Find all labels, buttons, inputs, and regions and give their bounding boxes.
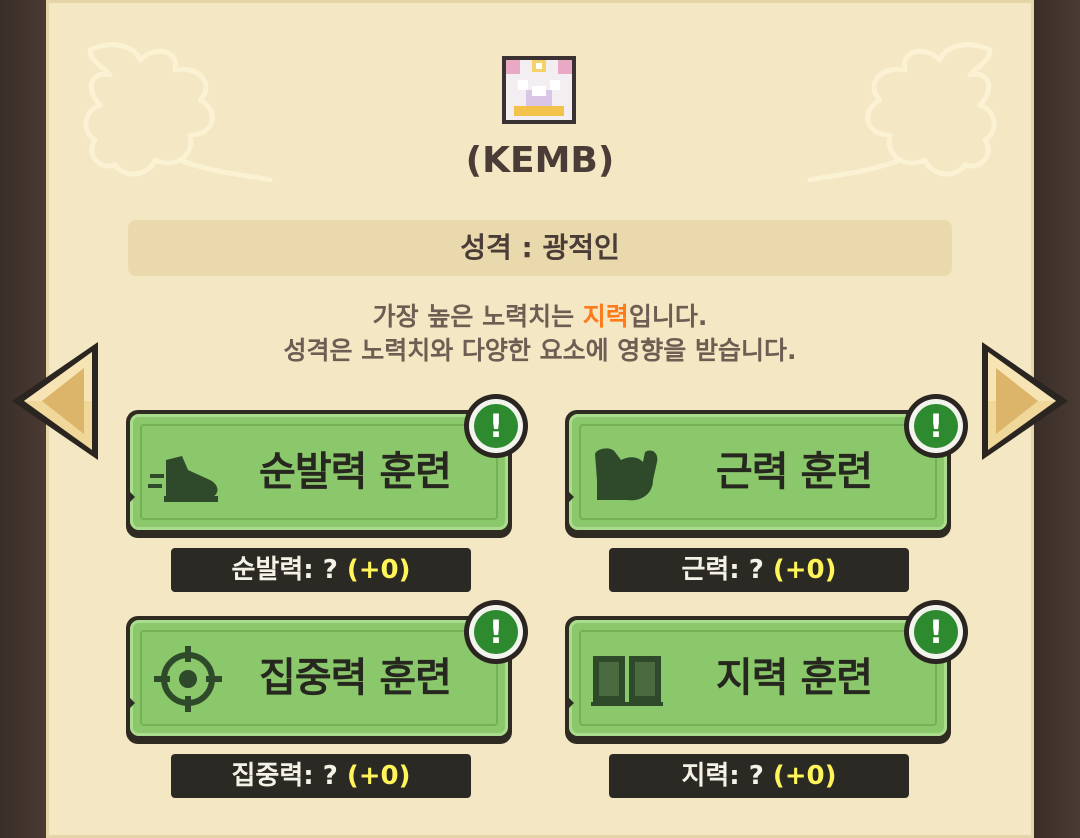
description-line-1: 가장 높은 노력치는 지력입니다.: [0, 300, 1080, 334]
alert-badge-ring: !: [909, 399, 963, 453]
stat-label: 근력: ?: [681, 555, 773, 585]
training-label: 근력 훈련: [715, 449, 873, 495]
stat-label: 순발력: ?: [231, 555, 347, 585]
pet-sprite-icon: [502, 56, 576, 124]
alert-badge: !: [904, 600, 968, 664]
stat-label: 지력: ?: [681, 761, 773, 791]
shoe-icon: [148, 456, 218, 502]
crosshair-icon: [154, 646, 222, 712]
training-label: 순발력 훈련: [259, 449, 452, 495]
personality-bar: 성격 : 광적인: [128, 220, 952, 276]
pet-name: (KEMB): [465, 140, 615, 181]
book-icon: [591, 656, 663, 706]
intelligence-stat-bar: 지력: ? (+0): [609, 754, 909, 798]
effort-description: 가장 높은 노력치는 지력입니다. 성격은 노력치와 다양한 요소에 영향을 받…: [0, 300, 1080, 368]
training-label: 집중력 훈련: [259, 655, 452, 701]
strength-stat-bar: 근력: ? (+0): [609, 548, 909, 592]
alert-badge-ring: !: [469, 399, 523, 453]
highest-stat-highlight: 지력: [582, 302, 629, 331]
description-text: 가장 높은 노력치는: [372, 302, 583, 331]
alert-badge-ring: !: [469, 605, 523, 659]
stat-gain: (+0): [772, 761, 837, 791]
alert-badge-ring: !: [909, 605, 963, 659]
exclamation-icon: !: [474, 610, 518, 654]
alert-badge: !: [904, 394, 968, 458]
description-text: 입니다.: [628, 302, 708, 331]
arrow-left-icon[interactable]: [6, 338, 106, 464]
stat-label: 집중력: ?: [231, 761, 347, 791]
exclamation-icon: !: [474, 404, 518, 448]
alert-badge: !: [464, 600, 528, 664]
stat-gain: (+0): [346, 761, 411, 791]
alert-badge: !: [464, 394, 528, 458]
training-label: 지력 훈련: [715, 655, 873, 701]
button-notch: [567, 696, 574, 710]
exclamation-icon: !: [914, 610, 958, 654]
arrow-right-icon[interactable]: [974, 338, 1074, 464]
stat-gain: (+0): [772, 555, 837, 585]
strength-training-button[interactable]: 근력 훈련: [565, 410, 951, 538]
stat-gain: (+0): [346, 555, 411, 585]
focus-training-button[interactable]: 집중력 훈련: [126, 616, 512, 744]
muscle-arm-icon: [595, 448, 658, 501]
agility-stat-bar: 순발력: ? (+0): [171, 548, 471, 592]
button-notch: [128, 490, 135, 504]
button-notch: [567, 490, 574, 504]
button-notch: [128, 696, 135, 710]
agility-training-button[interactable]: 순발력 훈련: [126, 410, 512, 538]
exclamation-icon: !: [914, 404, 958, 448]
focus-stat-bar: 집중력: ? (+0): [171, 754, 471, 798]
description-line-2: 성격은 노력치와 다양한 요소에 영향을 받습니다.: [283, 336, 797, 365]
intelligence-training-button[interactable]: 지력 훈련: [565, 616, 951, 744]
